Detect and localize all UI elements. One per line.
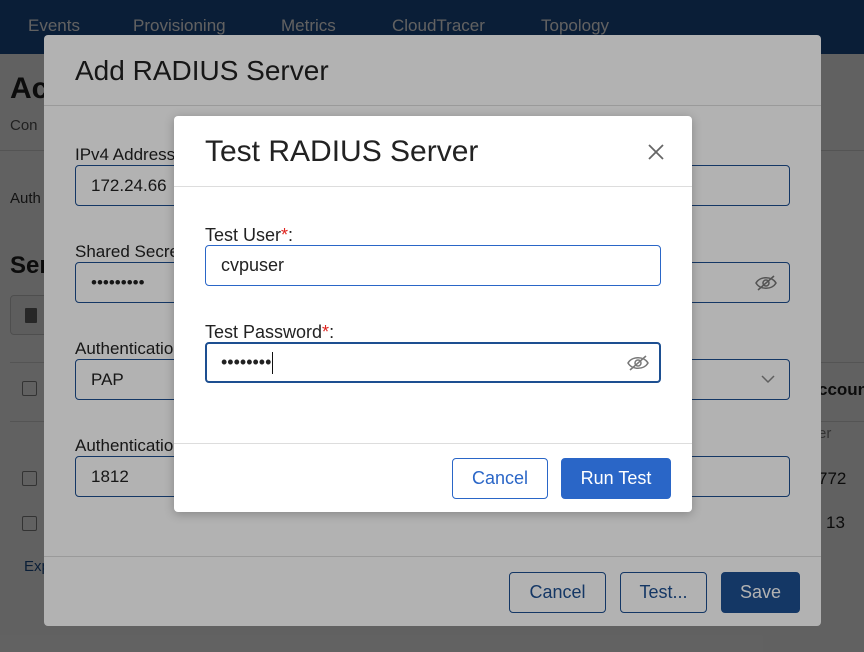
run-test-button[interactable]: Run Test [561, 458, 671, 499]
cancel-button[interactable]: Cancel [452, 458, 548, 499]
close-icon[interactable] [644, 140, 668, 164]
text-cursor [272, 352, 274, 375]
test-radius-server-dialog: Test RADIUS Server Test User*: cvpuser T… [174, 116, 692, 512]
test-password-label: Test Password*: [205, 322, 335, 342]
test-user-input[interactable]: cvpuser [205, 245, 661, 286]
required-marker: * [322, 322, 330, 342]
test-user-label: Test User*: [205, 225, 294, 245]
password-value: •••••••• [221, 352, 272, 372]
eye-slash-icon[interactable] [627, 354, 649, 372]
dialog-title: Test RADIUS Server [205, 135, 479, 168]
required-marker: * [281, 225, 289, 245]
divider [174, 443, 692, 444]
divider [174, 186, 692, 187]
test-password-input[interactable]: •••••••• [205, 342, 661, 383]
